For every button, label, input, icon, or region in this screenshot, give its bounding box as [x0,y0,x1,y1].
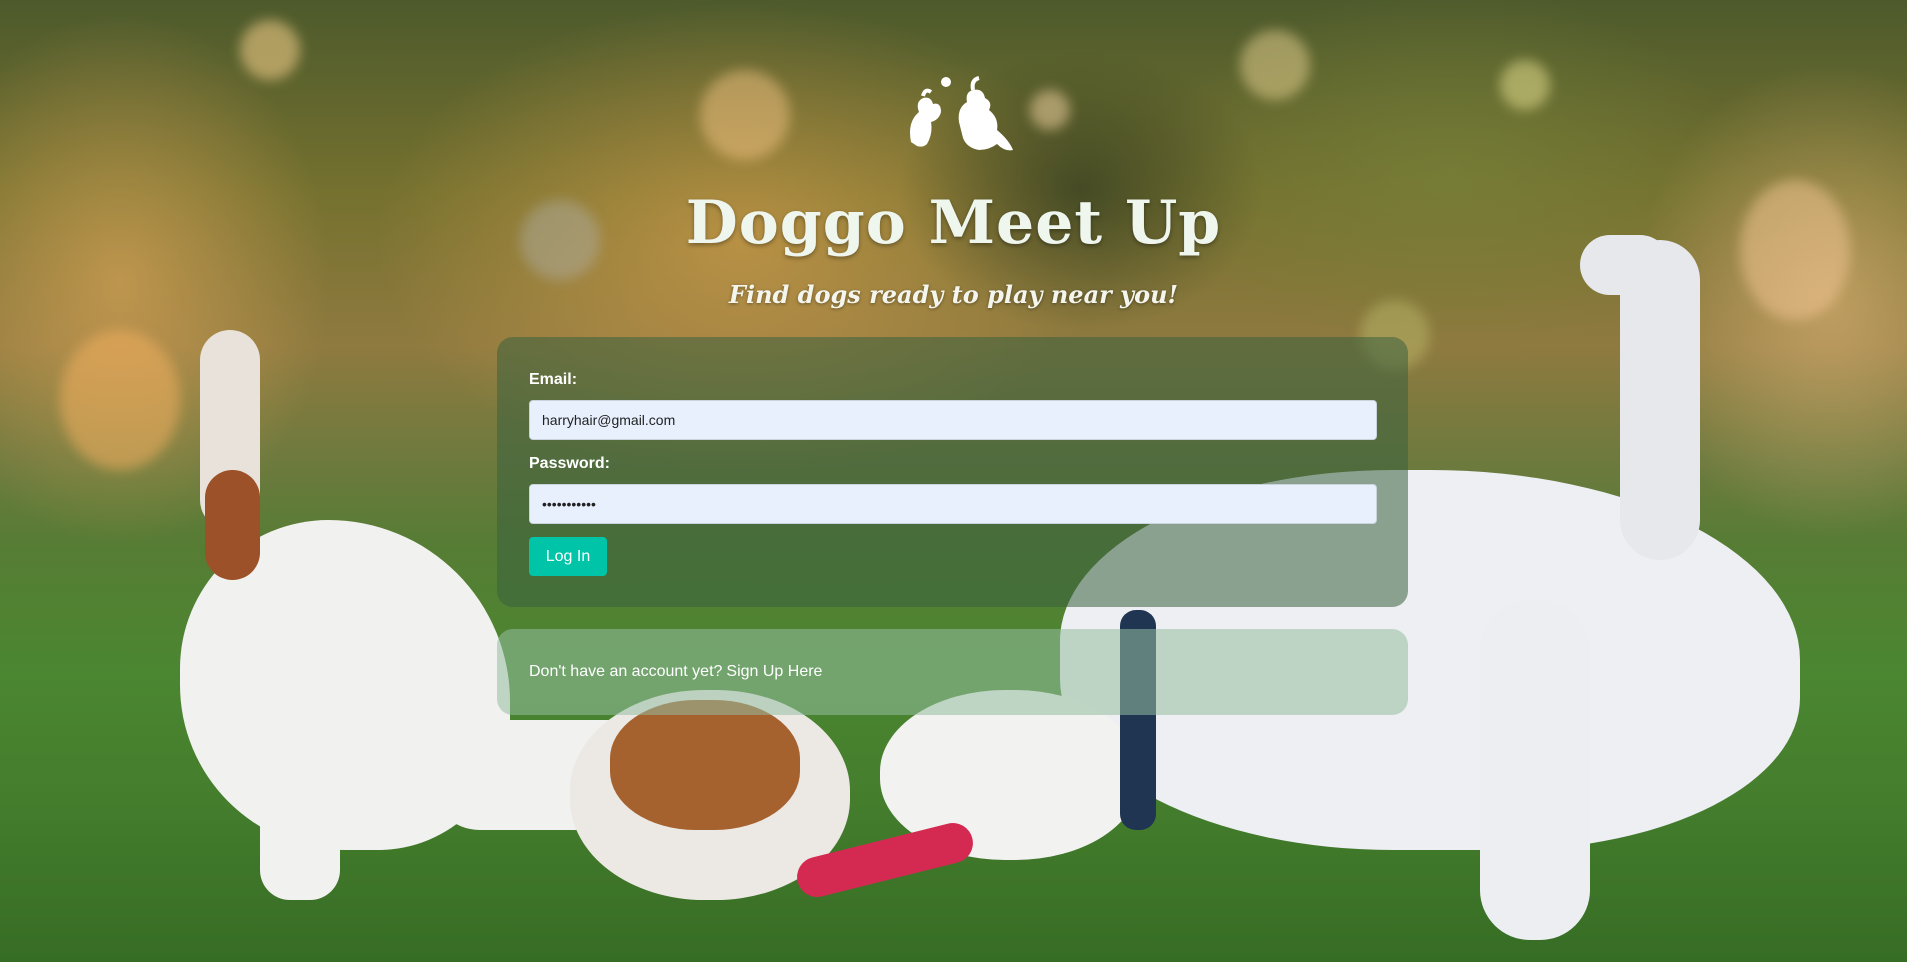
signup-link[interactable]: Sign Up Here [726,663,822,681]
page-subtitle: Find dogs ready to play near you! [728,280,1179,309]
signup-prompt: Don't have an account yet? [529,663,723,680]
password-field[interactable] [529,484,1377,524]
email-field[interactable] [529,400,1377,440]
login-form: Email: Password: Log In [497,337,1408,607]
email-label: Email: [529,371,578,388]
dogs-playing-logo-icon [910,76,1013,151]
page-title: Doggo Meet Up [685,188,1222,258]
password-label: Password: [529,455,610,472]
log-in-button[interactable]: Log In [529,537,607,576]
signup-panel: Don't have an account yet? Sign Up Here [497,629,1408,715]
